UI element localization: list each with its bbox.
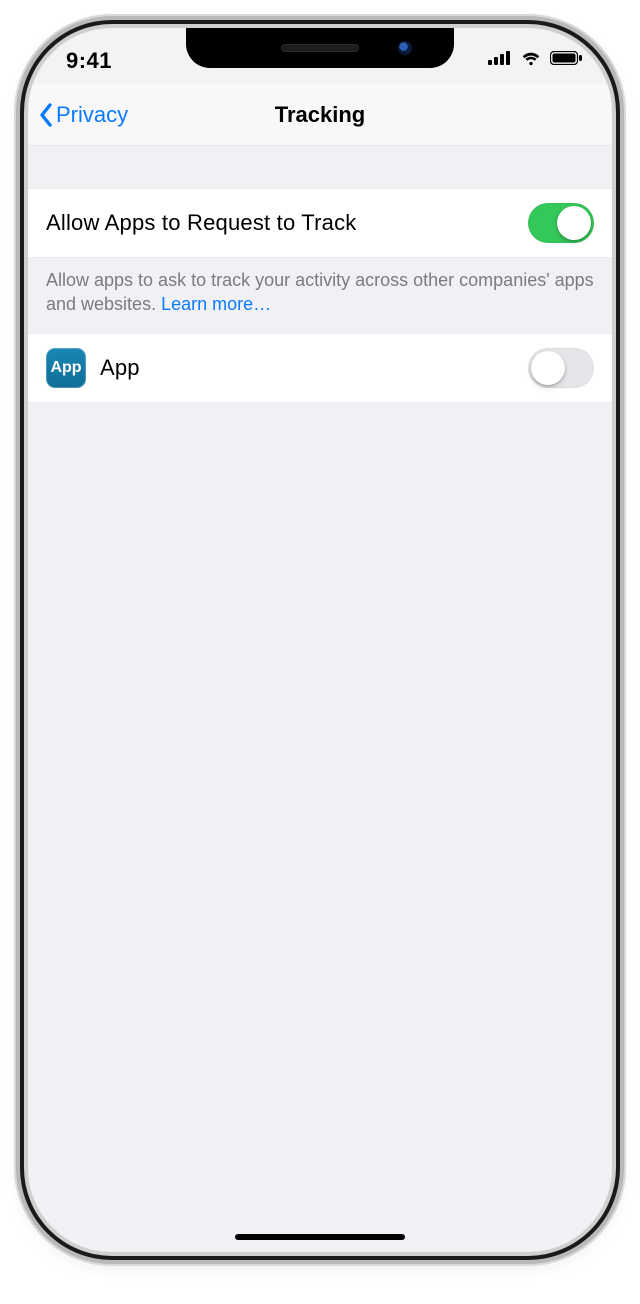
cellular-icon — [488, 51, 512, 65]
allow-apps-track-label: Allow Apps to Request to Track — [46, 210, 357, 236]
volume-up-button — [14, 254, 22, 326]
allow-apps-track-toggle[interactable] — [528, 203, 594, 243]
app-tracking-toggle[interactable] — [528, 348, 594, 388]
iphone-frame: 9:41 — [28, 28, 612, 1252]
learn-more-link[interactable]: Learn more… — [161, 294, 271, 314]
volume-down-button — [14, 342, 22, 414]
app-row: App App — [28, 333, 612, 403]
front-camera — [398, 41, 412, 55]
back-button[interactable]: Privacy — [38, 102, 128, 128]
settings-content: Allow Apps to Request to Track Allow app… — [28, 146, 612, 1252]
app-icon-label: App — [50, 359, 81, 377]
page-title: Tracking — [275, 102, 365, 128]
allow-apps-track-row: Allow Apps to Request to Track — [28, 188, 612, 258]
back-label: Privacy — [56, 102, 128, 128]
app-icon: App — [46, 348, 86, 388]
navigation-bar: Privacy Tracking — [28, 84, 612, 146]
allow-apps-footer: Allow apps to ask to track your activity… — [28, 258, 612, 333]
mute-switch — [16, 192, 22, 228]
side-button — [618, 282, 626, 398]
status-time: 9:41 — [66, 48, 112, 74]
footer-text: Allow apps to ask to track your activity… — [46, 270, 594, 314]
wifi-icon — [520, 50, 542, 66]
chevron-left-icon — [38, 103, 54, 127]
home-indicator[interactable] — [235, 1234, 405, 1240]
notch — [186, 28, 454, 68]
app-name: App — [100, 355, 140, 381]
earpiece — [281, 44, 359, 52]
battery-icon — [550, 51, 582, 65]
